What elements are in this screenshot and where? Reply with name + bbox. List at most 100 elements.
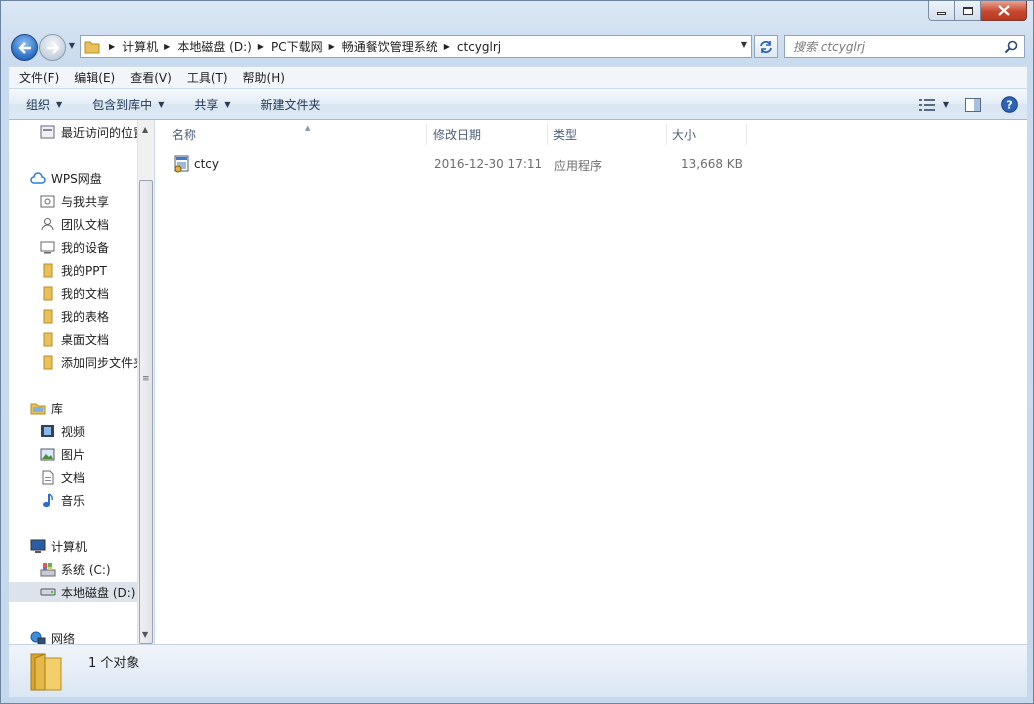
caret-down-icon: ▼ xyxy=(224,99,231,109)
nav-computer[interactable]: 计算机 xyxy=(29,536,87,556)
menu-tools[interactable]: 工具(T) xyxy=(182,69,233,86)
nav-my-documents[interactable]: 我的文档 xyxy=(39,283,109,303)
forward-button[interactable] xyxy=(39,34,66,61)
address-bar[interactable]: ▶ 计算机 ▶ 本地磁盘 (D:) ▶ PC下载网 ▶ 畅通餐饮管理系统 ▶ c… xyxy=(80,35,752,58)
back-button[interactable] xyxy=(11,34,38,61)
nav-libraries[interactable]: 库 xyxy=(29,398,63,418)
organize-button[interactable]: 组织 ▼ xyxy=(20,96,68,113)
device-icon xyxy=(39,239,56,255)
nav-videos[interactable]: 视频 xyxy=(39,421,85,441)
nav-label: 我的表格 xyxy=(61,309,110,324)
nav-label: 我的文档 xyxy=(61,286,110,301)
nav-label: 文档 xyxy=(61,470,86,485)
column-modified-label: 修改日期 xyxy=(433,128,482,142)
nav-label: 系统 (C:) xyxy=(61,562,111,577)
nav-label: WPS网盘 xyxy=(51,171,102,186)
nav-music[interactable]: 音乐 xyxy=(39,490,85,510)
nav-shared-with-me[interactable]: 与我共享 xyxy=(39,191,109,211)
nav-desktop-docs[interactable]: 桌面文档 xyxy=(39,329,109,349)
nav-pictures[interactable]: 图片 xyxy=(39,444,85,464)
crumb-ctcyglrj[interactable]: ctcyglrj xyxy=(457,40,501,54)
nav-label: 计算机 xyxy=(51,539,88,554)
nav-label: 与我共享 xyxy=(61,194,110,209)
share-button[interactable]: 共享 ▼ xyxy=(188,96,236,113)
folder-icon xyxy=(39,262,56,278)
menu-edit[interactable]: 编辑(E) xyxy=(69,69,120,86)
grip-icon: ≡ xyxy=(142,374,150,384)
nav-label: 网络 xyxy=(51,631,76,645)
document-icon xyxy=(39,469,56,485)
nav-add-sync-folder[interactable]: 添加同步文件夹 xyxy=(39,352,137,372)
nav-drive-d[interactable]: 本地磁盘 (D:) xyxy=(9,582,137,602)
menu-file[interactable]: 文件(F) xyxy=(14,69,64,86)
menu-help[interactable]: 帮助(H) xyxy=(238,69,290,86)
cloud-icon xyxy=(29,170,46,186)
minimize-button[interactable] xyxy=(928,1,955,21)
preview-pane-button[interactable] xyxy=(955,93,991,117)
refresh-button[interactable] xyxy=(754,35,778,58)
minimize-icon xyxy=(937,12,946,15)
nav-recent-places[interactable]: 最近访问的位置 xyxy=(39,122,137,142)
maximize-button[interactable] xyxy=(955,1,981,21)
recent-pages-dropdown[interactable]: ▼ xyxy=(67,41,77,53)
scrollbar-thumb[interactable] xyxy=(139,180,153,644)
change-view-button[interactable]: ▼ xyxy=(913,93,955,117)
nav-label: 我的设备 xyxy=(61,240,110,255)
include-library-label: 包含到库中 xyxy=(92,97,153,112)
column-header-size[interactable]: 大小 xyxy=(667,124,747,145)
folder-icon xyxy=(81,36,103,57)
crumb-computer[interactable]: 计算机 xyxy=(122,38,158,55)
nav-network[interactable]: 网络 xyxy=(29,628,75,644)
help-button[interactable]: ? xyxy=(991,93,1027,117)
nav-label: 团队文档 xyxy=(61,217,110,232)
file-type: 应用程序 xyxy=(554,159,603,173)
column-header-name[interactable]: ▲ 名称 xyxy=(167,124,427,145)
file-row[interactable]: ctcy 2016-12-30 17:11 应用程序 13,668 KB xyxy=(167,154,767,176)
chevron-right-icon[interactable]: ▶ xyxy=(438,42,457,51)
arrow-right-icon xyxy=(46,41,60,54)
new-folder-button[interactable]: 新建文件夹 xyxy=(255,96,327,113)
caret-down-icon: ▼ xyxy=(56,99,63,109)
address-dropdown-icon[interactable]: ▼ xyxy=(741,40,747,49)
chevron-right-icon[interactable]: ▶ xyxy=(158,42,177,51)
include-in-library-button[interactable]: 包含到库中 ▼ xyxy=(86,96,170,113)
column-header-type[interactable]: 类型 xyxy=(548,124,667,145)
caret-down-icon: ▼ xyxy=(158,99,165,109)
search-icon[interactable] xyxy=(1004,40,1018,54)
nav-my-ppt[interactable]: 我的PPT xyxy=(39,260,107,280)
close-button[interactable] xyxy=(981,1,1027,21)
file-name: ctcy xyxy=(194,157,220,171)
navigation-scrollbar[interactable]: ▲ ≡ ▼ xyxy=(137,120,154,644)
nav-label: 视频 xyxy=(61,424,86,439)
column-header-modified[interactable]: 修改日期 xyxy=(428,124,548,145)
nav-my-sheets[interactable]: 我的表格 xyxy=(39,306,109,326)
folder-icon xyxy=(39,331,56,347)
organize-label: 组织 xyxy=(26,97,51,112)
nav-team-docs[interactable]: 团队文档 xyxy=(39,214,109,234)
nav-label: 桌面文档 xyxy=(61,332,110,347)
folder-icon xyxy=(39,285,56,301)
scroll-up-icon[interactable]: ▲ xyxy=(142,125,148,134)
nav-label: 添加同步文件夹 xyxy=(61,355,137,370)
search-box[interactable] xyxy=(784,35,1025,58)
folder-icon xyxy=(39,308,56,324)
drive-icon xyxy=(39,584,56,600)
chevron-right-icon[interactable]: ▶ xyxy=(103,42,122,51)
details-view-icon xyxy=(918,98,935,111)
crumb-pc-download[interactable]: PC下载网 xyxy=(271,38,323,55)
crumb-restaurant-system[interactable]: 畅通餐饮管理系统 xyxy=(342,38,438,55)
search-input[interactable] xyxy=(793,39,1003,54)
nav-wps-drive[interactable]: WPS网盘 xyxy=(29,168,102,188)
new-folder-label: 新建文件夹 xyxy=(260,97,321,112)
nav-documents[interactable]: 文档 xyxy=(39,467,85,487)
recent-places-icon xyxy=(39,124,56,140)
scroll-down-icon[interactable]: ▼ xyxy=(142,630,148,639)
chevron-right-icon[interactable]: ▶ xyxy=(323,42,342,51)
menu-view[interactable]: 查看(V) xyxy=(125,69,177,86)
explorer-window: ▼ ▶ 计算机 ▶ 本地磁盘 (D:) ▶ PC下载网 ▶ 畅通餐饮管理系统 ▶… xyxy=(0,0,1034,704)
nav-drive-c[interactable]: 系统 (C:) xyxy=(39,559,111,579)
crumb-drive-d[interactable]: 本地磁盘 (D:) xyxy=(177,38,251,55)
nav-my-devices[interactable]: 我的设备 xyxy=(39,237,109,257)
chevron-right-icon[interactable]: ▶ xyxy=(252,42,271,51)
folder-icon xyxy=(30,653,62,691)
